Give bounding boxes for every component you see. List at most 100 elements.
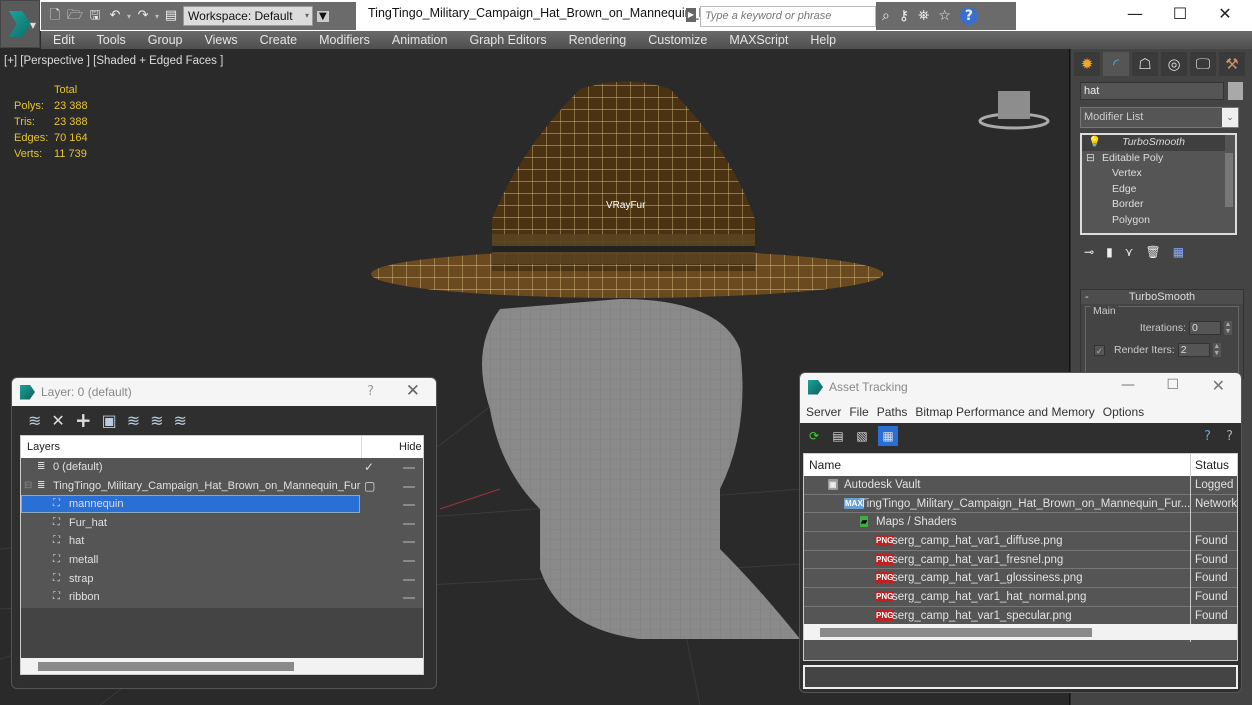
column-hide[interactable]: Hide bbox=[399, 436, 422, 458]
close-button[interactable]: ✕ bbox=[1210, 4, 1240, 23]
help-button[interactable]: ? bbox=[367, 384, 374, 399]
hide-toggle[interactable] bbox=[403, 485, 415, 488]
stack-item-turbosmooth[interactable]: 💡 TurboSmooth bbox=[1082, 135, 1225, 151]
modifier-list-dropdown[interactable]: Modifier List ⌄ bbox=[1080, 107, 1239, 128]
menu-group[interactable]: Group bbox=[148, 33, 183, 47]
column-name[interactable]: Name bbox=[809, 454, 841, 476]
object-row[interactable]: ⛶ strap bbox=[21, 570, 423, 589]
expand-arrow-icon[interactable]: ▶ bbox=[686, 8, 696, 22]
utilities-tab[interactable]: ⚒ bbox=[1219, 52, 1245, 76]
spinner-arrows-icon[interactable]: ▲ ▼ bbox=[1212, 343, 1221, 357]
object-name-input[interactable]: hat bbox=[1080, 82, 1224, 100]
satellite-icon[interactable]: ⛯ bbox=[918, 8, 929, 24]
stack-item-edge[interactable]: Edge bbox=[1082, 182, 1235, 198]
list-view-icon[interactable]: ▤ bbox=[830, 428, 846, 444]
close-button[interactable]: ✕ bbox=[1212, 376, 1225, 395]
object-row-selected[interactable]: ⛶ mannequin bbox=[21, 495, 423, 514]
object-row[interactable]: ⛶ Fur_hat bbox=[21, 514, 423, 533]
active-layer-checkmark-icon[interactable]: ✓ bbox=[364, 458, 374, 476]
collapse-icon[interactable]: ⊟ bbox=[24, 477, 32, 495]
redo-icon[interactable]: ↷ bbox=[135, 8, 151, 24]
scrollbar-thumb[interactable] bbox=[38, 662, 294, 671]
asset-row[interactable]: PNG serg_camp_hat_var1_glossiness.png Fo… bbox=[804, 569, 1237, 589]
asset-row[interactable]: PNG serg_camp_hat_var1_hat_normal.png Fo… bbox=[804, 588, 1237, 607]
key-icon[interactable]: ⚷ bbox=[899, 8, 909, 24]
menu-tools[interactable]: Tools bbox=[97, 33, 126, 47]
stack-scrollbar[interactable] bbox=[1225, 153, 1233, 207]
menu-bitmap-performance[interactable]: Bitmap Performance and Memory bbox=[915, 405, 1094, 419]
create-layer-icon[interactable]: + bbox=[75, 408, 92, 432]
stack-item-polygon[interactable]: Polygon bbox=[1082, 213, 1235, 229]
column-status[interactable]: Status bbox=[1195, 454, 1229, 476]
context-help-icon[interactable]: ? bbox=[1226, 429, 1233, 444]
asset-row[interactable]: PNG serg_camp_hat_var1_specular.png Foun… bbox=[804, 607, 1237, 626]
save-icon[interactable]: 🖫 bbox=[87, 8, 103, 24]
render-iters-checkbox[interactable]: ✓ bbox=[1094, 344, 1105, 356]
lightbulb-icon[interactable]: 💡 bbox=[1088, 135, 1101, 150]
dialog-title-bar[interactable]: Asset Tracking — ☐ ✕ bbox=[800, 373, 1241, 401]
menu-modifiers[interactable]: Modifiers bbox=[319, 33, 370, 47]
layer-row[interactable]: ⊟ ≣ TingTingo_Military_Campaign_Hat_Brow… bbox=[21, 477, 423, 496]
layer-checkbox[interactable]: ▢ bbox=[364, 477, 375, 495]
rollout-header[interactable]: - TurboSmooth bbox=[1081, 290, 1243, 304]
hide-toggle[interactable] bbox=[403, 597, 415, 600]
highlight-selected-layer-icon[interactable]: ≋ bbox=[150, 411, 163, 430]
close-button[interactable]: ✕ bbox=[406, 381, 420, 401]
scrollbar-thumb[interactable] bbox=[820, 628, 1092, 637]
object-row[interactable]: ⛶ hat bbox=[21, 532, 423, 551]
hide-toggle[interactable] bbox=[403, 467, 415, 469]
hide-toggle[interactable] bbox=[403, 522, 415, 525]
column-layers[interactable]: Layers bbox=[27, 436, 60, 458]
asset-path-field[interactable] bbox=[803, 665, 1238, 689]
hide-toggle[interactable] bbox=[403, 504, 415, 507]
maximize-button[interactable]: ☐ bbox=[1165, 4, 1195, 23]
menu-maxscript[interactable]: MAXScript bbox=[729, 33, 788, 47]
help-icon[interactable]: ? bbox=[1204, 429, 1211, 444]
render-iters-input[interactable]: 2 bbox=[1177, 343, 1210, 357]
menu-animation[interactable]: Animation bbox=[392, 33, 448, 47]
undo-dropdown-icon[interactable]: ▾ bbox=[127, 12, 131, 21]
hide-toggle[interactable] bbox=[403, 578, 415, 581]
menu-edit[interactable]: Edit bbox=[53, 33, 75, 47]
menu-customize[interactable]: Customize bbox=[648, 33, 707, 47]
spinner-arrows-icon[interactable]: ▲ ▼ bbox=[1224, 321, 1232, 335]
menu-help[interactable]: Help bbox=[810, 33, 836, 47]
modify-tab[interactable]: ◜ bbox=[1103, 52, 1129, 76]
stack-item-border[interactable]: Border bbox=[1082, 197, 1235, 213]
search-input[interactable]: Type a keyword or phrase bbox=[700, 6, 876, 27]
application-menu-button[interactable]: ▼ bbox=[0, 0, 40, 48]
asset-row[interactable]: PNG serg_camp_hat_var1_fresnel.png Found bbox=[804, 551, 1237, 570]
undo-icon[interactable]: ↶ bbox=[107, 8, 123, 24]
remove-modifier-icon[interactable]: 🗑 bbox=[1145, 245, 1160, 259]
hierarchy-tab[interactable]: ☖ bbox=[1132, 52, 1158, 76]
menu-paths[interactable]: Paths bbox=[877, 405, 908, 419]
toolbar-overflow-icon[interactable]: ▼ bbox=[317, 10, 329, 22]
redo-dropdown-icon[interactable]: ▾ bbox=[155, 12, 159, 21]
viewport-label-menu[interactable]: [+] [Perspective ] [Shaded + Edged Faces… bbox=[4, 55, 223, 67]
select-objects-in-layer-icon[interactable]: ≋ bbox=[127, 411, 140, 430]
show-end-result-icon[interactable]: ▮ bbox=[1106, 245, 1113, 259]
menu-views[interactable]: Views bbox=[204, 33, 237, 47]
asset-row[interactable]: MAX TingTingo_Military_Campaign_Hat_Brow… bbox=[804, 495, 1237, 514]
horizontal-scrollbar[interactable] bbox=[804, 624, 1237, 640]
horizontal-scrollbar[interactable] bbox=[21, 658, 423, 674]
layer-row[interactable]: ≣ 0 (default) ✓ bbox=[21, 458, 423, 477]
asset-row[interactable]: ▣ Autodesk Vault Logged bbox=[804, 476, 1237, 495]
star-icon[interactable]: ☆ bbox=[938, 8, 951, 24]
object-row[interactable]: ⛶ ribbon bbox=[21, 588, 423, 607]
configure-modifier-sets-icon[interactable]: ▦ bbox=[1173, 245, 1184, 259]
layer-properties-icon[interactable]: ≋ bbox=[174, 411, 187, 430]
project-folder-icon[interactable]: ▤ bbox=[163, 8, 179, 24]
table-view-icon[interactable]: ▦ bbox=[878, 426, 898, 446]
display-tab[interactable]: 🖵 bbox=[1190, 52, 1216, 76]
workspace-dropdown[interactable]: Workspace: Default ▾ bbox=[183, 6, 314, 26]
iterations-input[interactable]: 0 bbox=[1189, 321, 1221, 335]
viewcube[interactable] bbox=[978, 87, 1050, 131]
hide-toggle[interactable] bbox=[403, 541, 415, 544]
hide-toggle[interactable] bbox=[403, 559, 415, 562]
maximize-button[interactable]: ☐ bbox=[1166, 377, 1179, 393]
create-tab[interactable]: ✹ bbox=[1074, 52, 1100, 76]
collapse-icon[interactable]: ⊟ bbox=[1086, 151, 1095, 166]
asset-row[interactable]: PNG serg_camp_hat_var1_diffuse.png Found bbox=[804, 532, 1237, 551]
add-selection-to-layer-icon[interactable]: ▣ bbox=[102, 411, 117, 430]
